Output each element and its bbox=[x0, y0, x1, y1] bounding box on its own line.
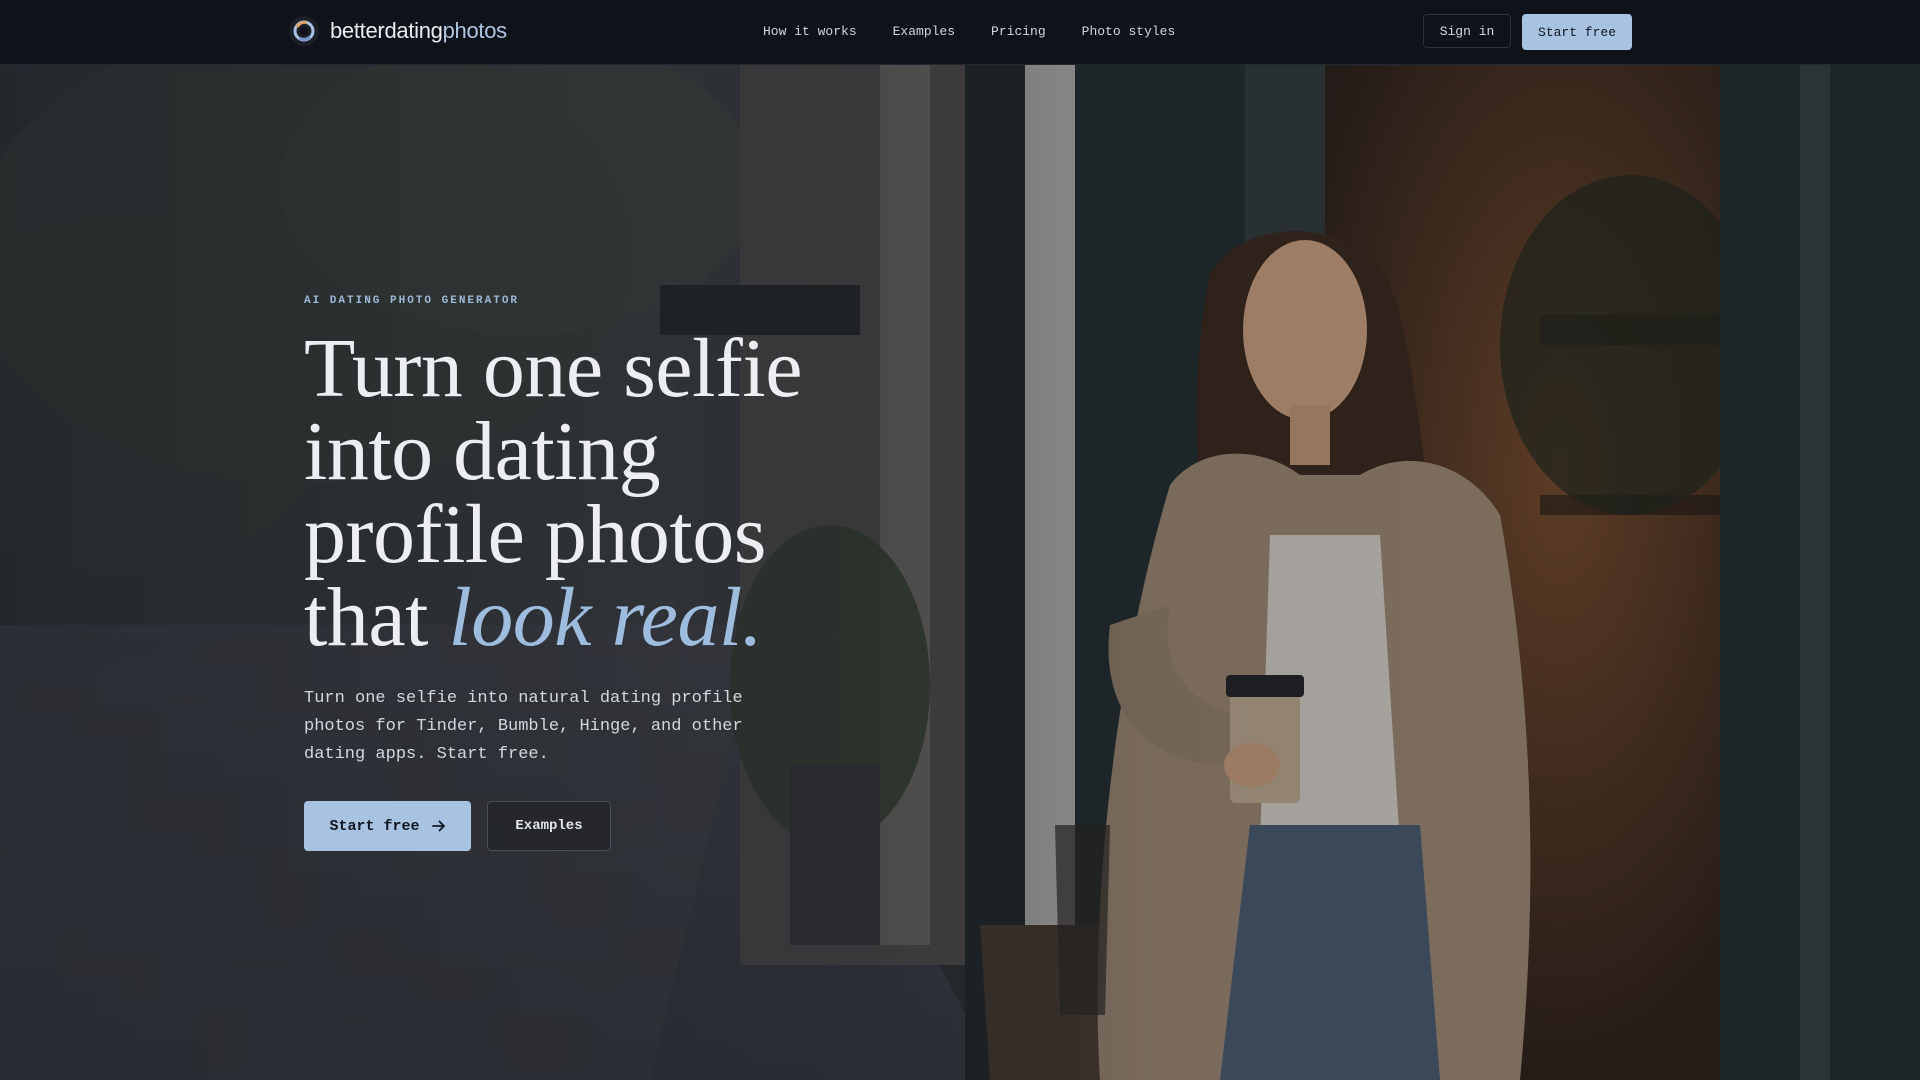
headline-line-3: profile photos bbox=[304, 488, 766, 581]
nav-link-photo-styles[interactable]: Photo styles bbox=[1082, 23, 1176, 40]
hero-section: AI DATING PHOTO GENERATOR Turn one selfi… bbox=[0, 65, 1920, 1080]
hero-start-free-label: Start free bbox=[329, 817, 420, 835]
nav-link-examples[interactable]: Examples bbox=[893, 23, 955, 40]
headline-accent: look real. bbox=[448, 571, 763, 664]
top-navigation-bar: betterdatingphotos How it works Examples… bbox=[0, 0, 1920, 65]
nav-link-pricing[interactable]: Pricing bbox=[991, 23, 1046, 40]
brand-name-part1: betterdating bbox=[330, 18, 443, 43]
nav-start-free-button[interactable]: Start free bbox=[1522, 14, 1632, 50]
headline-line-1: Turn one selfie bbox=[304, 322, 803, 415]
hero-examples-button[interactable]: Examples bbox=[487, 801, 611, 851]
hero-start-free-button[interactable]: Start free bbox=[304, 801, 471, 851]
brand-wordmark: betterdatingphotos bbox=[330, 15, 507, 47]
sign-in-button[interactable]: Sign in bbox=[1423, 14, 1511, 48]
headline-line-2: into dating bbox=[304, 405, 661, 498]
nav-link-how-it-works[interactable]: How it works bbox=[763, 23, 857, 40]
hero-headline: Turn one selfie into dating profile phot… bbox=[304, 327, 1004, 660]
brand-name-part2: photos bbox=[442, 18, 508, 43]
hero-eyebrow: AI DATING PHOTO GENERATOR bbox=[304, 295, 520, 307]
arrow-right-icon bbox=[431, 820, 445, 832]
headline-line-4: that bbox=[304, 571, 449, 664]
logo-icon bbox=[289, 16, 319, 46]
brand-logo[interactable]: betterdatingphotos bbox=[288, 15, 507, 47]
main-nav: How it works Examples Pricing Photo styl… bbox=[763, 23, 1211, 40]
hero-subcopy: Turn one selfie into natural dating prof… bbox=[304, 689, 743, 764]
